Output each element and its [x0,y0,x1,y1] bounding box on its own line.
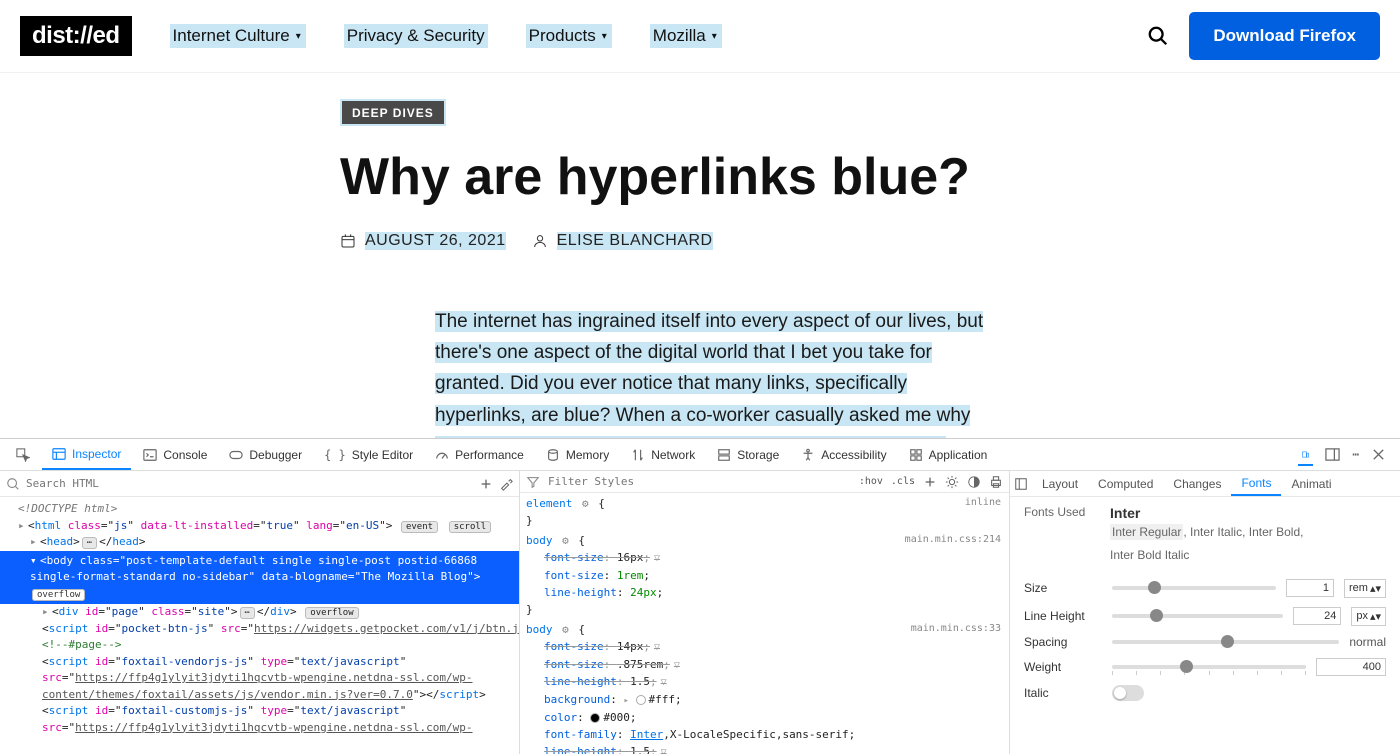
tab-animations[interactable]: Animati [1281,471,1341,496]
inspect-element-button[interactable] [6,439,40,470]
tab-network[interactable]: Network [621,439,705,470]
article-body: The internet has ingrained itself into e… [340,306,1080,438]
article-date: AUGUST 26, 2021 [340,232,506,250]
tab-fonts[interactable]: Fonts [1231,471,1281,496]
article-meta: AUGUST 26, 2021 ELISE BLANCHARD [340,232,1080,250]
font-variants: Inter Regular, Inter Italic, Inter Bold,… [1110,521,1303,567]
css-rules[interactable]: inlineelement ⚙ {}main.min.css:214body ⚙… [520,493,1009,754]
eyedropper-icon[interactable] [499,477,513,491]
weight-control[interactable]: Weight 400 [1024,658,1386,676]
fonts-panel: Fonts Used Inter Inter Regular, Inter It… [1010,497,1400,718]
selected-dom-node[interactable]: ▾<body class="post-template-default sing… [0,551,519,605]
chevron-down-icon: ▾ [294,31,303,42]
tab-accessibility[interactable]: Accessibility [791,439,896,470]
webpage-viewport: dist://ed Internet Culture▾ Privacy & Se… [0,0,1400,438]
italic-toggle[interactable] [1112,685,1144,701]
tab-layout[interactable]: Layout [1032,471,1088,496]
tab-changes[interactable]: Changes [1163,471,1231,496]
hov-toggle[interactable]: :hov [859,476,883,487]
nav-privacy-security[interactable]: Privacy & Security [344,24,488,48]
styles-pane: :hov .cls inlineelement ⚙ {}main.min.css… [520,471,1010,754]
user-icon [532,233,548,249]
font-size-control[interactable]: Size 1 rem ▴▾ [1024,579,1386,598]
dom-tree[interactable]: <!DOCTYPE html> ▸<html class="js" data-l… [0,497,519,740]
site-header: dist://ed Internet Culture▾ Privacy & Se… [0,0,1400,73]
category-tag[interactable]: DEEP DIVES [340,99,446,126]
nav-internet-culture[interactable]: Internet Culture▾ [170,24,306,48]
tab-storage[interactable]: Storage [707,439,789,470]
tab-console[interactable]: Console [133,439,217,470]
fonts-used-label: Fonts Used [1024,505,1092,567]
sidebar-pane: Layout Computed Changes Fonts Animati Fo… [1010,471,1400,754]
spacing-control[interactable]: Spacing normal [1024,635,1386,649]
layout-toggle-icon[interactable] [1014,477,1028,491]
add-node-icon[interactable] [479,477,493,491]
tab-memory[interactable]: Memory [536,439,619,470]
dark-mode-icon[interactable] [967,475,981,489]
sidebar-tabs: Layout Computed Changes Fonts Animati [1010,471,1400,497]
nav-products[interactable]: Products▾ [526,24,612,48]
print-mode-icon[interactable] [989,475,1003,489]
tab-performance[interactable]: Performance [425,439,534,470]
search-icon[interactable] [1147,25,1169,47]
devtools-tabs: Inspector Console Debugger { }Style Edit… [0,439,1400,471]
tab-style-editor[interactable]: { }Style Editor [314,439,423,470]
nav-mozilla[interactable]: Mozilla▾ [650,24,722,48]
tab-inspector[interactable]: Inspector [42,439,131,470]
article: DEEP DIVES Why are hyperlinks blue? AUGU… [320,99,1080,438]
download-firefox-button[interactable]: Download Firefox [1189,12,1380,60]
filter-styles-input[interactable] [548,475,851,488]
tab-debugger[interactable]: Debugger [219,439,312,470]
light-mode-icon[interactable] [945,475,959,489]
filter-icon [526,475,540,489]
calendar-icon [340,233,356,249]
search-icon [6,477,20,491]
dock-side-icon[interactable] [1325,447,1340,462]
font-family-name: Inter [1110,505,1303,521]
devtools-panel: Inspector Console Debugger { }Style Edit… [0,438,1400,754]
add-rule-icon[interactable] [923,475,937,489]
chevron-down-icon: ▾ [600,31,609,42]
tab-application[interactable]: Application [899,439,998,470]
close-icon[interactable] [1371,447,1386,462]
article-author: ELISE BLANCHARD [532,232,713,250]
tab-computed[interactable]: Computed [1088,471,1163,496]
chevron-down-icon: ▾ [710,31,719,42]
primary-nav: Internet Culture▾ Privacy & Security Pro… [170,24,722,48]
line-height-control[interactable]: Line Height 24 px ▴▾ [1024,607,1386,626]
article-title: Why are hyperlinks blue? [340,148,1080,208]
more-icon[interactable]: ⋯ [1352,448,1359,461]
search-html-input[interactable] [26,477,473,490]
cls-toggle[interactable]: .cls [891,476,915,487]
italic-control[interactable]: Italic [1024,685,1386,701]
dom-pane: <!DOCTYPE html> ▸<html class="js" data-l… [0,471,520,754]
site-logo[interactable]: dist://ed [20,16,132,56]
responsive-mode-icon[interactable] [1298,451,1313,466]
